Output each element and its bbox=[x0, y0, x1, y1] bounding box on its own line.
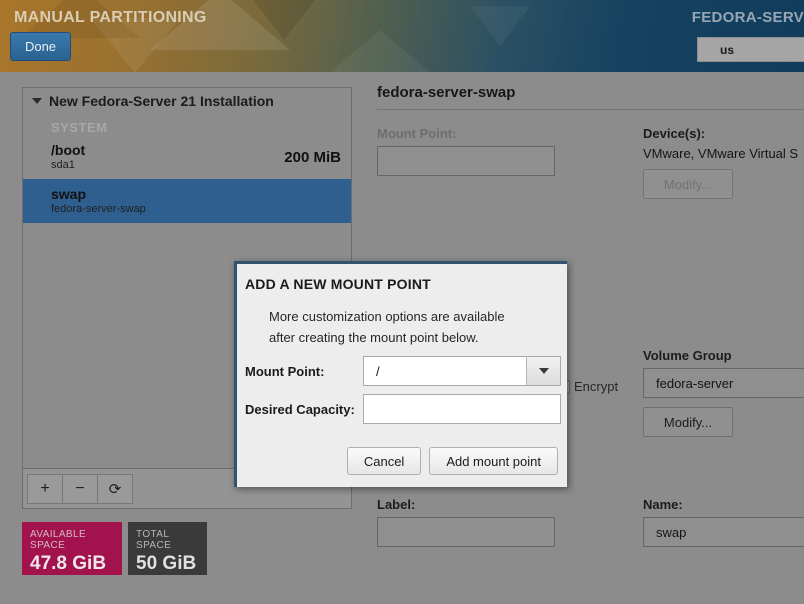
devices-field-group: Device(s): VMware, VMware Virtual S Modi… bbox=[643, 126, 798, 199]
header-decoration-triangle bbox=[250, 0, 318, 40]
partition-name: swap bbox=[51, 186, 87, 202]
total-space-label: TOTAL SPACE bbox=[136, 529, 172, 551]
partition-name: /boot bbox=[51, 142, 86, 158]
anaconda-installer-window: MANUAL PARTITIONING Done FEDORA-SERV us … bbox=[0, 0, 804, 604]
volume-group-label: Volume Group bbox=[643, 348, 732, 363]
app-header: MANUAL PARTITIONING Done FEDORA-SERV us bbox=[0, 0, 804, 72]
dropdown-arrow-icon[interactable] bbox=[526, 357, 560, 385]
dialog-description-line2: after creating the mount point below. bbox=[269, 330, 479, 345]
dialog-mount-point-value: / bbox=[376, 363, 380, 379]
dialog-mount-point-label: Mount Point: bbox=[245, 363, 325, 379]
devices-value: VMware, VMware Virtual S bbox=[643, 146, 799, 161]
add-mount-point-dialog: ADD A NEW MOUNT POINT More customization… bbox=[234, 261, 567, 487]
product-brand-label: FEDORA-SERV bbox=[691, 9, 804, 26]
partition-device: sda1 bbox=[51, 159, 75, 171]
name-label: Name: bbox=[643, 497, 683, 512]
dialog-capacity-row: Desired Capacity: bbox=[237, 394, 567, 424]
name-input[interactable]: swap bbox=[643, 517, 804, 547]
add-mount-point-button[interactable]: Add mount point bbox=[429, 447, 558, 475]
space-summary: AVAILABLE SPACE 47.8 GiB TOTAL SPACE 50 … bbox=[22, 522, 213, 575]
volume-group-select[interactable]: fedora-server bbox=[643, 368, 804, 398]
dialog-mount-point-row: Mount Point: / bbox=[237, 356, 567, 386]
partition-row-swap[interactable]: swap fedora-server-swap bbox=[23, 179, 351, 223]
encrypt-label: Encrypt bbox=[574, 379, 619, 394]
volume-group-field-group: Volume Group fedora-server Modify... bbox=[643, 348, 804, 437]
mount-point-field-group: Mount Point: bbox=[377, 126, 555, 176]
header-decoration-triangle bbox=[470, 6, 530, 46]
label-label: Label: bbox=[377, 497, 416, 512]
header-decoration-triangle bbox=[330, 30, 430, 72]
total-space-badge: TOTAL SPACE 50 GiB bbox=[128, 522, 207, 575]
add-partition-button[interactable]: + bbox=[27, 473, 63, 504]
chevron-down-icon bbox=[32, 98, 42, 104]
partition-group-label: SYSTEM bbox=[51, 120, 108, 135]
page-title: MANUAL PARTITIONING bbox=[14, 9, 207, 26]
dialog-capacity-input[interactable] bbox=[363, 394, 561, 424]
dialog-capacity-label: Desired Capacity: bbox=[245, 401, 355, 417]
dialog-description-line1: More customization options are available bbox=[269, 309, 505, 324]
partition-size: 200 MiB bbox=[284, 148, 341, 166]
selected-partition-title: fedora-server-swap bbox=[377, 84, 516, 101]
dialog-actions: Cancel Add mount point bbox=[339, 447, 558, 475]
dialog-description: More customization options are available… bbox=[237, 292, 567, 348]
name-field-group: Name: swap bbox=[643, 497, 804, 547]
done-button[interactable]: Done bbox=[10, 32, 71, 61]
label-input[interactable] bbox=[377, 517, 555, 547]
remove-partition-button[interactable]: − bbox=[62, 473, 98, 504]
label-field-group: Label: bbox=[377, 497, 555, 547]
dialog-mount-point-combo[interactable]: / bbox=[363, 356, 561, 386]
main-content: New Fedora-Server 21 Installation SYSTEM… bbox=[0, 72, 804, 604]
reload-partitions-icon[interactable]: ⟳ bbox=[97, 473, 133, 504]
device-modify-button[interactable]: Modify... bbox=[643, 169, 733, 199]
partition-info: /boot sda1 bbox=[51, 142, 85, 172]
keyboard-layout-indicator[interactable]: us bbox=[697, 37, 804, 62]
volume-group-modify-button[interactable]: Modify... bbox=[643, 407, 733, 437]
devices-label: Device(s): bbox=[643, 126, 706, 141]
installation-tree-root[interactable]: New Fedora-Server 21 Installation bbox=[23, 88, 351, 114]
total-space-value: 50 GiB bbox=[136, 553, 197, 574]
available-space-value: 47.8 GiB bbox=[30, 553, 107, 574]
installation-tree-root-label: New Fedora-Server 21 Installation bbox=[49, 93, 274, 109]
partition-info: swap fedora-server-swap bbox=[51, 186, 146, 216]
mount-point-label: Mount Point: bbox=[377, 126, 457, 141]
dialog-title: ADD A NEW MOUNT POINT bbox=[245, 276, 431, 292]
partition-row-boot[interactable]: /boot sda1 200 MiB bbox=[23, 135, 351, 179]
available-space-label: AVAILABLE SPACE bbox=[30, 529, 87, 551]
available-space-badge: AVAILABLE SPACE 47.8 GiB bbox=[22, 522, 122, 575]
partition-device: fedora-server-swap bbox=[51, 203, 146, 215]
cancel-button[interactable]: Cancel bbox=[346, 447, 422, 475]
divider bbox=[377, 109, 804, 110]
mount-point-input[interactable] bbox=[377, 146, 555, 176]
chevron-down-icon bbox=[538, 368, 549, 374]
